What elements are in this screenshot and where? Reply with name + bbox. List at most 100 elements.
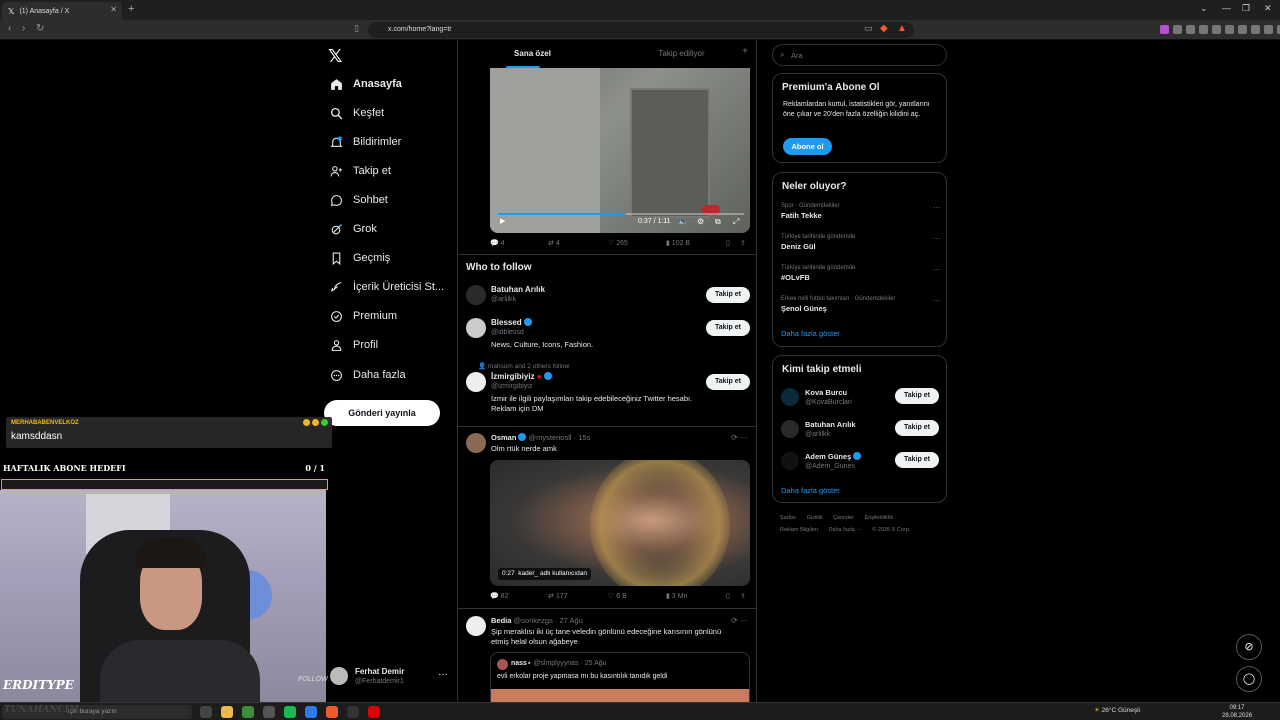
quoted-tweet[interactable]: nass⋆ @slmplyyynas · 25 Ağu evli erkolar… (490, 652, 750, 702)
reply-button[interactable]: 💬 4 (490, 239, 505, 247)
nav-item-more[interactable]: Daha fazla (330, 365, 406, 385)
tweet-options-icon[interactable]: ⟳ ··· (731, 616, 748, 625)
extension-icon[interactable] (1160, 25, 1169, 34)
views-button[interactable]: ▮ 102 B (666, 239, 690, 247)
more-dots-icon[interactable]: ··· (933, 296, 941, 305)
brave-rewards-icon[interactable]: ▲ (897, 23, 907, 34)
nav-item-premium[interactable]: Premium (330, 306, 397, 326)
tweet[interactable]: Osman @mysteriosll · 15s Olm rtük nerde … (466, 433, 750, 453)
search-input[interactable]: ⌕ Ara (772, 44, 947, 66)
nav-item-follow[interactable]: Takip et (330, 161, 391, 181)
follow-suggestion[interactable]: Adem Güneş @Adem_Gunes Takip et (781, 452, 941, 474)
trend-item[interactable]: Erkek milli futbol takımları · Gündemdek… (781, 296, 941, 313)
tab-for-you[interactable]: Sana özel (458, 40, 607, 68)
repost-button[interactable]: ⇄ 177 (548, 592, 568, 600)
obs-icon[interactable] (347, 706, 359, 718)
nav-item-explore[interactable]: Keşfet (330, 103, 384, 123)
footer-link[interactable]: Reklam Bilgileri (780, 527, 818, 533)
edge-icon[interactable] (242, 706, 254, 718)
nav-item-grok[interactable]: Grok (330, 219, 377, 239)
video-progress-bar[interactable] (498, 213, 744, 215)
views-button[interactable]: ▮ 3 Mn (666, 592, 687, 600)
timeline[interactable]: Sana özel Takip ediliyor + ▶ 0:37 / 1:11… (457, 40, 757, 702)
nav-item-chat[interactable]: Sohbet (330, 190, 388, 210)
maximize-icon[interactable]: ❐ (1242, 3, 1250, 14)
extension-icon[interactable] (1212, 25, 1221, 34)
video-player[interactable]: ▶ 0:37 / 1:11 🔈 ⚙ ⧉ ⤢ (490, 68, 750, 233)
volume-icon[interactable]: 🔈 (678, 217, 688, 226)
spotify-icon[interactable] (284, 706, 296, 718)
add-tab-icon[interactable]: + (742, 46, 748, 57)
repost-button[interactable]: ⇄ 4 (548, 239, 560, 247)
trend-item[interactable]: Türkiye tarihinde gündemde Deniz Gül ··· (781, 234, 941, 251)
brave-shield-icon[interactable]: ◆ (880, 23, 888, 34)
account-switcher[interactable]: Ferhat Demir @Ferhatdemir1 ··· (330, 664, 450, 694)
show-more-link[interactable]: Daha fazla göster (781, 329, 840, 338)
grok-float-button[interactable]: ⊘ (1236, 634, 1262, 660)
bookmark-icon[interactable]: ▯ (726, 239, 730, 247)
footer-link[interactable]: Erişilebilirlik (864, 515, 893, 521)
minimize-icon[interactable]: — (1222, 3, 1231, 13)
messages-float-button[interactable]: ◯ (1236, 666, 1262, 692)
browser-tab[interactable]: 𝕏 (1) Anasayfa / X ✕ (2, 2, 122, 20)
tab-following[interactable]: Takip ediliyor (607, 40, 756, 68)
extension-icon[interactable] (1225, 25, 1234, 34)
follow-suggestion[interactable]: Batuhan Arılık @arlilkk Takip et (466, 285, 750, 315)
nav-item-notifications[interactable]: Bildirimler (330, 132, 401, 152)
like-button[interactable]: ♡ 6 B (608, 592, 627, 600)
follow-suggestion[interactable]: İzmirgibiyiz ● @izmirgibiyiz İzmir ile i… (466, 372, 750, 416)
nav-item-home[interactable]: Anasayfa (330, 74, 402, 94)
app-icon[interactable] (305, 706, 317, 718)
settings-icon[interactable]: ⚙ (697, 217, 704, 226)
app-icon[interactable] (368, 706, 380, 718)
url-input[interactable]: x.com/home?lang=tr (368, 22, 914, 38)
reload-icon[interactable]: ↻ (36, 23, 44, 34)
tweet[interactable]: Bedia @sonkezgs · 27 Ağu Şip meraklısı i… (466, 616, 750, 650)
cast-icon[interactable]: ▭ (864, 23, 873, 34)
follow-button[interactable]: Takip et (706, 374, 750, 390)
post-button[interactable]: Gönderi yayınla (324, 400, 440, 426)
pip-icon[interactable]: ⧉ (715, 217, 721, 227)
close-tab-icon[interactable]: ✕ (110, 5, 117, 14)
extension-icon[interactable] (1238, 25, 1247, 34)
share-icon[interactable]: ⇪ (740, 239, 746, 247)
taskview-icon[interactable] (200, 706, 212, 718)
follow-button[interactable]: Takip et (895, 388, 939, 404)
x-logo-icon[interactable]: 𝕏 (328, 46, 343, 67)
brave-icon[interactable] (326, 706, 338, 718)
follow-button[interactable]: Takip et (895, 420, 939, 436)
bookmark-icon[interactable]: ▯ (726, 592, 730, 600)
nav-item-profile[interactable]: Profil (330, 335, 378, 355)
chevron-down-icon[interactable]: ⌄ (1200, 3, 1208, 14)
trend-item[interactable]: Spor · Gündemdekiler Fatih Tekke ··· (781, 203, 941, 220)
follow-button[interactable]: Takip et (706, 287, 750, 303)
extension-icon[interactable] (1186, 25, 1195, 34)
trend-item[interactable]: Türkiye tarihinde gündemde #OLvFB ··· (781, 265, 941, 282)
forward-icon[interactable]: › (22, 23, 25, 34)
tweet-options-icon[interactable]: ⟳ ··· (731, 433, 748, 442)
extension-icon[interactable] (1251, 25, 1260, 34)
more-dots-icon[interactable]: ··· (933, 265, 941, 274)
footer-link[interactable]: Çerezler (833, 515, 854, 521)
weather-widget[interactable]: ☀ 26°C Güneşli (1094, 706, 1140, 714)
app-icon[interactable] (263, 706, 275, 718)
nav-item-creator-studio[interactable]: İçerik Üreticisi St... (330, 277, 444, 297)
show-more-link[interactable]: Daha fazla göster (781, 486, 840, 495)
fullscreen-icon[interactable]: ⤢ (733, 217, 739, 227)
like-button[interactable]: ♡ 265 (608, 239, 628, 247)
video-player[interactable]: 0:27 kader_ adlı kullanıcıdan (490, 460, 750, 586)
extension-icon[interactable] (1199, 25, 1208, 34)
footer-link[interactable]: Gizlilik (807, 515, 823, 521)
follow-suggestion[interactable]: Blessed @idblessd News, Culture, Icons, … (466, 318, 750, 358)
new-tab-icon[interactable]: + (128, 3, 134, 15)
more-dots-icon[interactable]: ··· (933, 203, 941, 212)
follow-suggestion[interactable]: Batuhan Arılık @arlilkk Takip et (781, 420, 941, 442)
clock[interactable]: 09:17 28.08.2026 (1222, 704, 1252, 720)
share-icon[interactable]: ⇪ (740, 592, 746, 600)
extension-icon[interactable] (1264, 25, 1273, 34)
follow-suggestion[interactable]: Kova Burcu @KovaBurclari Takip et (781, 388, 941, 410)
footer-link[interactable]: Şartlar (780, 515, 796, 521)
file-explorer-icon[interactable] (221, 706, 233, 718)
extension-icon[interactable] (1173, 25, 1182, 34)
play-icon[interactable]: ▶ (500, 217, 505, 225)
